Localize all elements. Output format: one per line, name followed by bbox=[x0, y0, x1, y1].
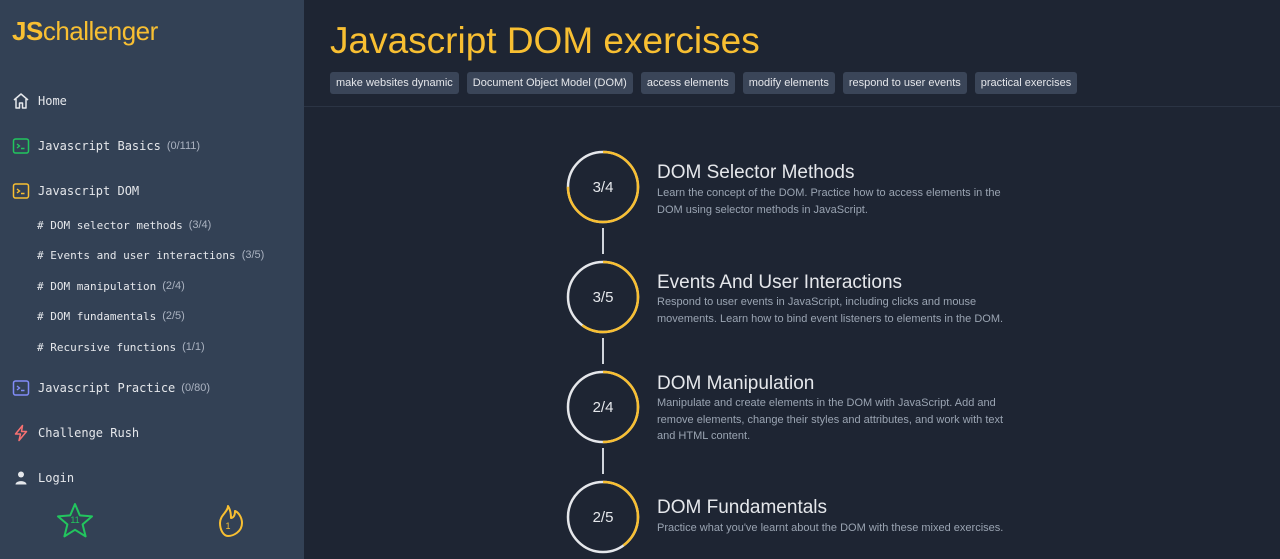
lightning-icon bbox=[12, 424, 30, 442]
sidebar-item-count: (0/80) bbox=[181, 382, 211, 394]
timeline-connector bbox=[602, 228, 604, 254]
step-title[interactable]: DOM Manipulation bbox=[657, 373, 814, 395]
timeline-connector bbox=[602, 448, 604, 474]
flame-badge[interactable]: 1 bbox=[210, 503, 246, 541]
tag-list: make websites dynamic Document Object Mo… bbox=[330, 72, 1078, 94]
progress-ring[interactable]: 3/4 bbox=[566, 150, 640, 224]
logo[interactable]: JSchallenger bbox=[12, 16, 158, 47]
tag[interactable]: access elements bbox=[640, 72, 735, 94]
progress-label: 3/5 bbox=[592, 288, 614, 306]
sidebar-subitem-events[interactable]: # Events and user interactions (3/5) bbox=[37, 247, 264, 263]
sidebar-subitem-count: (3/5) bbox=[241, 249, 265, 261]
star-count: 11 bbox=[70, 515, 80, 525]
step-title[interactable]: Events And User Interactions bbox=[657, 272, 902, 294]
page-title: Javascript DOM exercises bbox=[330, 20, 760, 61]
progress-label: 3/4 bbox=[592, 178, 614, 196]
tag[interactable]: respond to user events bbox=[842, 72, 967, 94]
sidebar-item-label: Login bbox=[38, 471, 75, 485]
sidebar-item-label: Javascript Basics bbox=[38, 139, 161, 153]
progress-ring[interactable]: 2/5 bbox=[566, 480, 640, 554]
sidebar-subitem-count: (1/1) bbox=[182, 341, 205, 353]
sidebar-subitem-count: (3/4) bbox=[188, 219, 212, 231]
terminal-icon bbox=[12, 137, 30, 155]
sidebar-subitem-label: # DOM fundamentals bbox=[37, 309, 157, 323]
user-icon bbox=[12, 469, 30, 487]
step-description: Manipulate and create elements in the DO… bbox=[657, 397, 1004, 442]
sidebar-item-label: Home bbox=[38, 94, 67, 108]
tag[interactable]: Document Object Model (DOM) bbox=[466, 72, 633, 94]
main-content: Javascript DOM exercises make websites d… bbox=[304, 0, 1280, 559]
terminal-icon bbox=[12, 379, 30, 397]
progress-ring[interactable]: 2/4 bbox=[566, 370, 640, 444]
sidebar: JSchallenger Home Javascript Basics (0/1… bbox=[0, 0, 304, 559]
sidebar-item-challenge-rush[interactable]: Challenge Rush bbox=[12, 423, 139, 443]
sidebar-item-count: (0/111) bbox=[166, 140, 201, 152]
sidebar-subitem-count: (2/4) bbox=[162, 280, 185, 292]
step-title[interactable]: DOM Fundamentals bbox=[657, 497, 827, 519]
progress-label: 2/4 bbox=[592, 398, 614, 416]
sidebar-item-javascript-dom[interactable]: Javascript DOM bbox=[12, 181, 139, 201]
sidebar-item-label: Challenge Rush bbox=[38, 426, 140, 440]
divider bbox=[304, 106, 1280, 107]
flame-count: 1 bbox=[225, 521, 231, 531]
sidebar-subitem-count: (2/5) bbox=[162, 310, 185, 322]
sidebar-item-label: Javascript Practice bbox=[38, 381, 176, 395]
progress-label: 2/5 bbox=[592, 508, 614, 526]
tag[interactable]: make websites dynamic bbox=[330, 72, 459, 94]
sidebar-subitem-label: # Events and user interactions bbox=[37, 248, 236, 262]
sidebar-item-home[interactable]: Home bbox=[12, 91, 67, 111]
sidebar-subitem-dom-selector-methods[interactable]: # DOM selector methods (3/4) bbox=[37, 217, 211, 233]
tag[interactable]: practical exercises bbox=[974, 72, 1078, 94]
sidebar-item-login[interactable]: Login bbox=[12, 468, 74, 488]
sidebar-subitem-label: # DOM manipulation bbox=[37, 279, 157, 293]
sidebar-subitem-label: # DOM selector methods bbox=[37, 218, 183, 232]
sidebar-subitem-dom-fundamentals[interactable]: # DOM fundamentals (2/5) bbox=[37, 308, 185, 324]
star-badge[interactable]: 11 bbox=[56, 502, 94, 540]
step-title[interactable]: DOM Selector Methods bbox=[657, 162, 854, 184]
step-description: Practice what you've learnt about the DO… bbox=[657, 522, 1004, 534]
progress-ring[interactable]: 3/5 bbox=[566, 260, 640, 334]
sidebar-item-javascript-practice[interactable]: Javascript Practice (0/80) bbox=[12, 378, 210, 398]
timeline-connector bbox=[602, 338, 604, 364]
home-icon bbox=[12, 92, 30, 110]
sidebar-item-javascript-basics[interactable]: Javascript Basics (0/111) bbox=[12, 136, 200, 156]
sidebar-subitem-recursive-functions[interactable]: # Recursive functions (1/1) bbox=[37, 339, 205, 355]
sidebar-subitem-label: # Recursive functions bbox=[37, 340, 177, 354]
sidebar-subitem-dom-manipulation[interactable]: # DOM manipulation (2/4) bbox=[37, 278, 185, 294]
step-description: Learn the concept of the DOM. Practice h… bbox=[657, 187, 1001, 216]
sidebar-item-label: Javascript DOM bbox=[38, 184, 140, 198]
tag[interactable]: modify elements bbox=[742, 72, 835, 94]
terminal-icon bbox=[12, 182, 30, 200]
step-description: Respond to user events in JavaScript, in… bbox=[657, 296, 1004, 325]
